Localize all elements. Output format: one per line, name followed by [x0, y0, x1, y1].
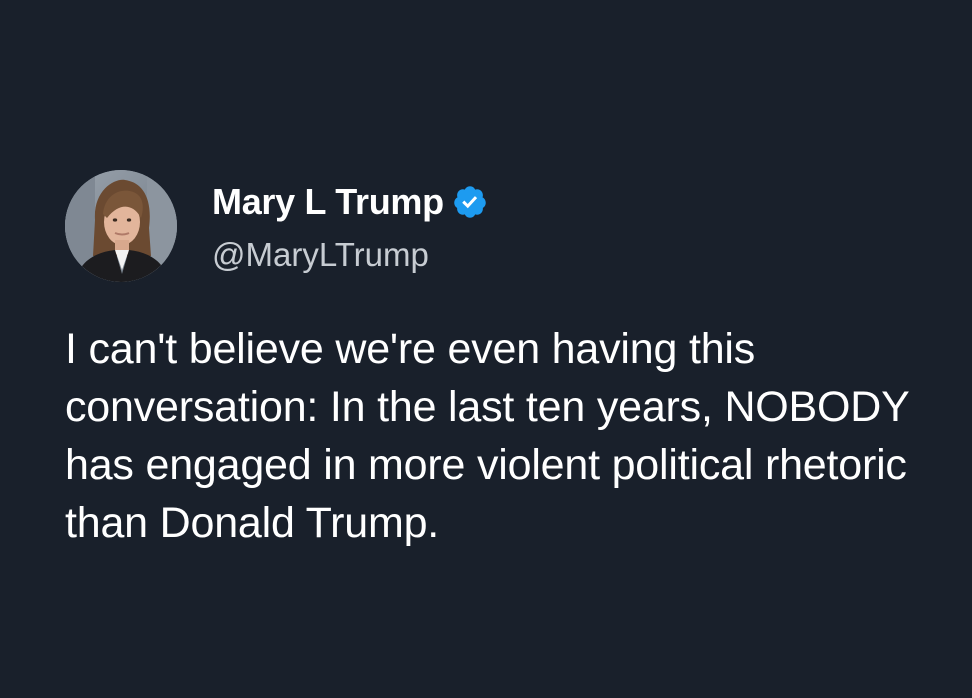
author-block: Mary L Trump @MaryLTrump [212, 180, 488, 274]
tweet-text: I can't believe we're even having this c… [65, 325, 909, 547]
avatar-photo-icon [65, 170, 177, 282]
avatar[interactable] [65, 170, 177, 282]
name-row: Mary L Trump [212, 180, 488, 224]
tweet-card: Mary L Trump @MaryLTrump I can't believe… [0, 0, 972, 698]
display-name[interactable]: Mary L Trump [212, 181, 444, 223]
handle[interactable]: @MaryLTrump [212, 236, 488, 274]
verified-badge-icon [452, 184, 488, 220]
